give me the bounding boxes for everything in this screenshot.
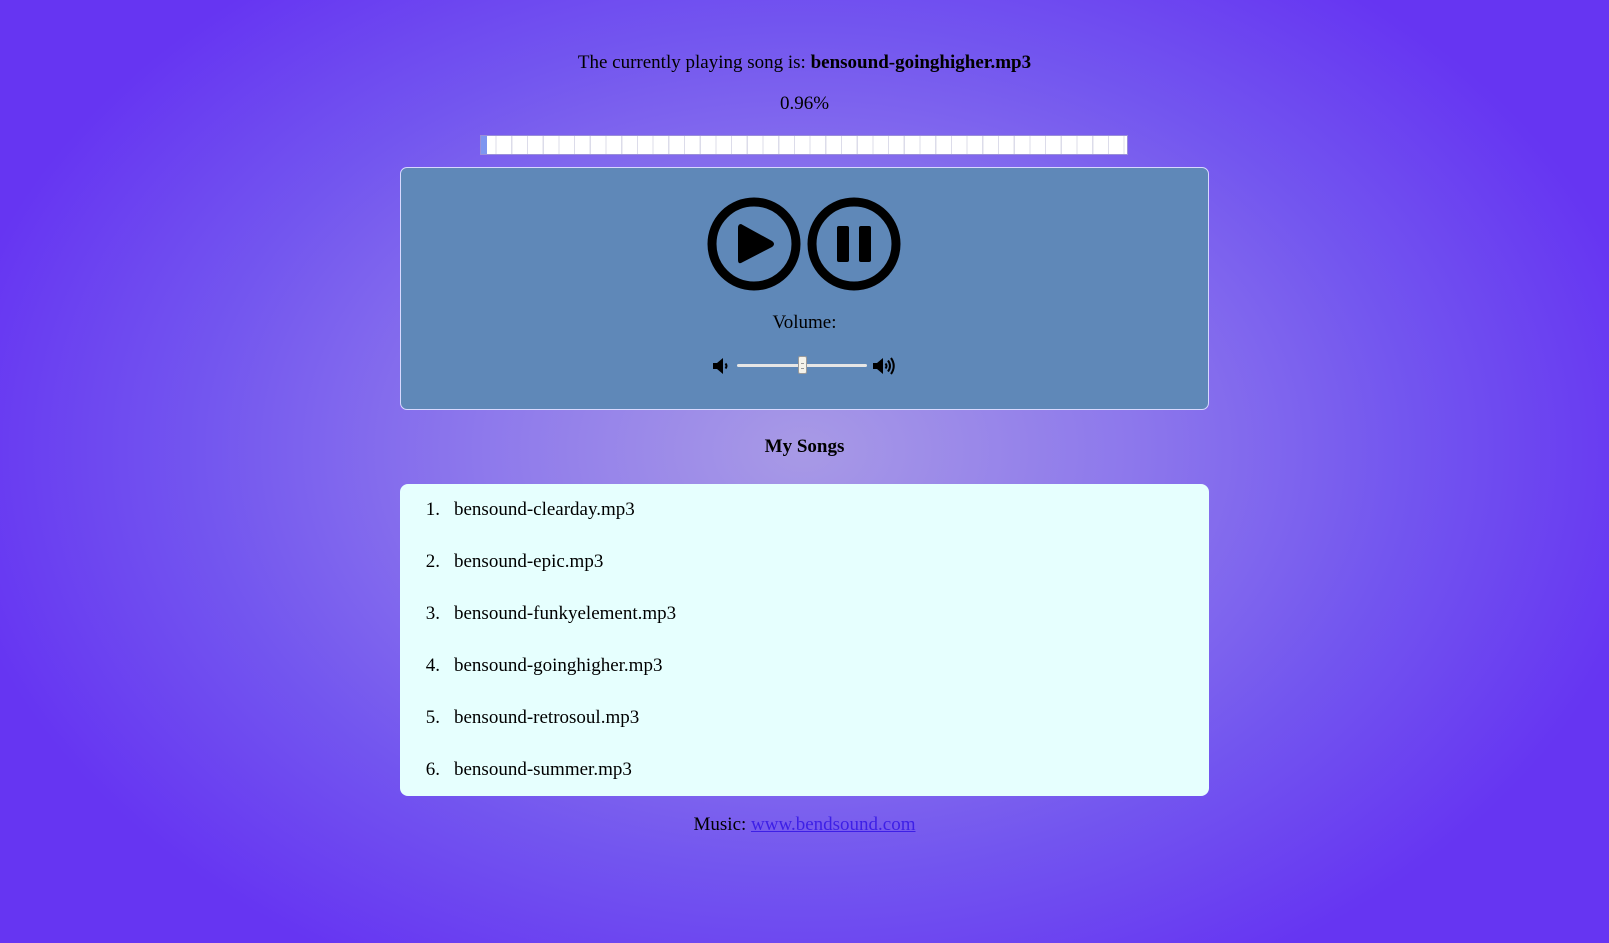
bensound-link[interactable]: www.bendsound.com — [751, 814, 915, 835]
song-item[interactable]: 1. bensound-clearday.mp3 — [400, 495, 1209, 525]
song-number: 1. — [425, 499, 440, 520]
song-number: 4. — [425, 655, 440, 676]
song-number: 3. — [425, 603, 440, 624]
progress-bar[interactable] — [480, 135, 1128, 155]
player-panel: Volume: — [400, 167, 1209, 410]
volume-control — [712, 354, 897, 378]
volume-label: Volume: — [772, 312, 837, 333]
song-name: bensound-summer.mp3 — [454, 759, 632, 780]
song-name: bensound-goinghigher.mp3 — [454, 655, 663, 676]
song-number: 2. — [425, 551, 440, 572]
volume-up-icon[interactable] — [872, 356, 896, 376]
footer-credit: Music: www.bendsound.com — [0, 814, 1609, 836]
song-name: bensound-funkyelement.mp3 — [454, 603, 677, 624]
song-list: 1. bensound-clearday.mp3 2. bensound-epi… — [400, 484, 1209, 796]
song-item[interactable]: 3. bensound-funkyelement.mp3 — [400, 599, 1209, 629]
play-button[interactable] — [707, 197, 801, 291]
song-item[interactable]: 5. bensound-retrosoul.mp3 — [400, 703, 1209, 733]
progress-percent: 0.96% — [779, 93, 830, 114]
volume-slider[interactable] — [737, 356, 867, 374]
song-item[interactable]: 2. bensound-epic.mp3 — [400, 547, 1209, 577]
song-name: bensound-clearday.mp3 — [454, 499, 635, 520]
song-name: bensound-epic.mp3 — [454, 551, 604, 572]
now-playing-prefix: The currently playing song is: — [577, 52, 806, 73]
pause-circle-icon — [807, 197, 901, 291]
song-item[interactable]: 6. bensound-summer.mp3 — [400, 755, 1209, 785]
volume-slider-thumb[interactable] — [798, 356, 807, 374]
now-playing-song: bensound-goinghigher.mp3 — [810, 52, 1032, 73]
play-circle-icon — [707, 197, 801, 291]
song-name: bensound-retrosoul.mp3 — [454, 707, 640, 728]
songs-heading: My Songs — [764, 436, 845, 457]
progress-fill — [481, 136, 488, 154]
song-number: 6. — [425, 759, 440, 780]
volume-down-icon[interactable] — [712, 356, 730, 376]
now-playing-text: The currently playing song is: bensound-… — [0, 52, 1609, 74]
footer-prefix: Music: — [693, 814, 747, 835]
song-number: 5. — [425, 707, 440, 728]
song-item[interactable]: 4. bensound-goinghigher.mp3 — [400, 651, 1209, 681]
pause-button[interactable] — [807, 197, 901, 291]
